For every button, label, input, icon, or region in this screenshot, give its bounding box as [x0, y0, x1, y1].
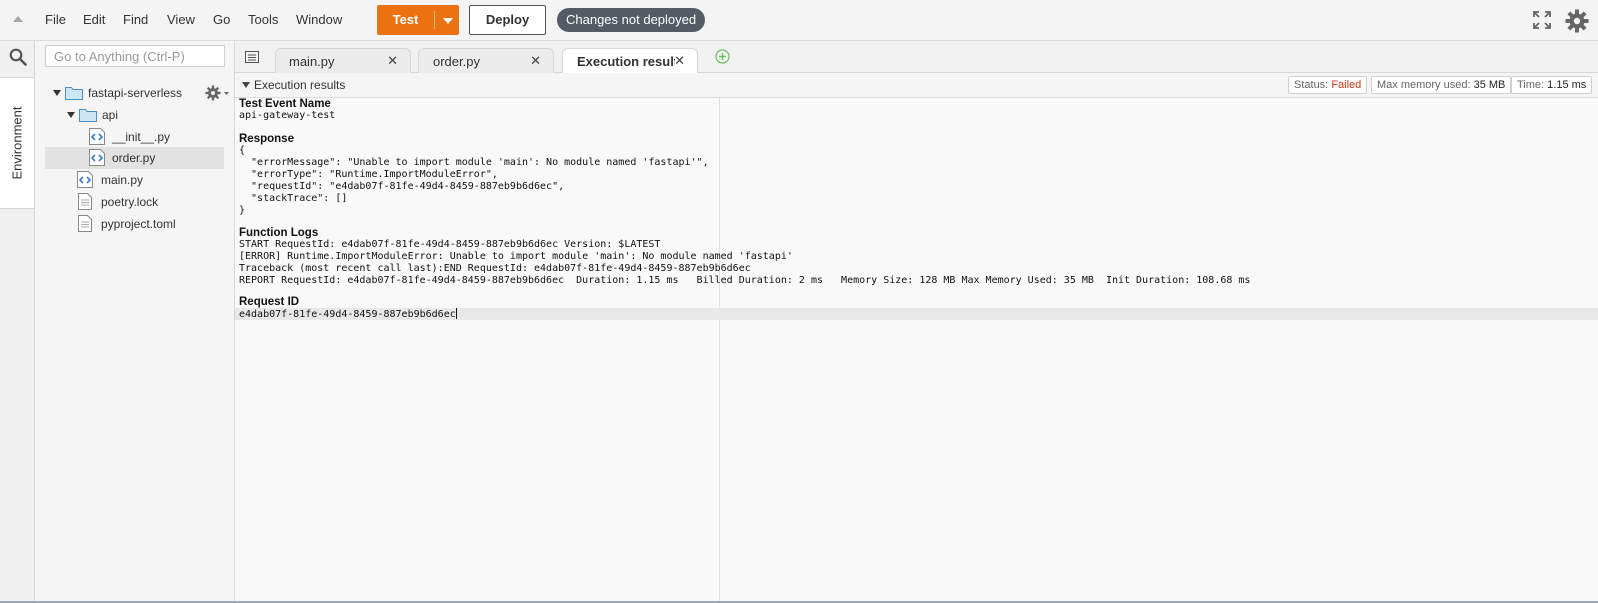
- tree-item-init-py[interactable]: __init__.py: [45, 126, 224, 148]
- status-value: Failed: [1331, 79, 1362, 91]
- function-logs-body: START RequestId: e4dab07f-81fe-49d4-8459…: [239, 239, 1251, 286]
- tab-order-py[interactable]: order.py ✕: [418, 48, 554, 73]
- deploy-status-badge: Changes not deployed: [557, 8, 706, 32]
- test-event-value: api-gateway-test: [239, 110, 336, 121]
- tree-item-api-folder[interactable]: api: [45, 104, 224, 126]
- test-button-group: Test: [377, 5, 459, 35]
- time-label: Time:: [1517, 79, 1545, 91]
- test-button[interactable]: Test: [377, 5, 434, 35]
- tabs-list-icon[interactable]: [245, 51, 259, 63]
- menu-find[interactable]: Find: [123, 12, 148, 27]
- tree-item-root-folder[interactable]: fastapi-serverless: [45, 82, 229, 104]
- tree-item-label: api: [102, 108, 119, 122]
- menu-go[interactable]: Go: [213, 12, 230, 27]
- response-title: Response: [239, 133, 294, 145]
- close-icon[interactable]: ✕: [530, 54, 541, 68]
- menu-view[interactable]: View: [167, 12, 195, 27]
- tree-item-label: order.py: [112, 151, 156, 165]
- status-pill: Status: Failed: [1288, 76, 1368, 94]
- menu-file[interactable]: File: [45, 12, 66, 27]
- left-rail: Environment: [0, 41, 35, 601]
- status-label: Status:: [1294, 79, 1329, 91]
- close-icon[interactable]: ✕: [387, 54, 398, 68]
- text-cursor: [455, 308, 457, 319]
- folder-icon: [65, 87, 83, 100]
- test-dropdown-icon[interactable]: [443, 18, 453, 24]
- time-pill: Time: 1.15 ms: [1511, 76, 1593, 94]
- tree-item-label: fastapi-serverless: [88, 86, 183, 100]
- file-tree-panel: fastapi-serverless api __: [35, 41, 235, 601]
- request-id-title: Request ID: [239, 296, 300, 308]
- tree-item-order-py[interactable]: order.py: [45, 147, 224, 169]
- editor-tab-bar: main.py ✕ order.py ✕ Execution results ✕: [235, 41, 1598, 74]
- time-value: 1.15 ms: [1547, 79, 1587, 91]
- tab-label: order.py: [433, 54, 480, 69]
- test-button-divider: [434, 11, 435, 29]
- tree-item-poetry-lock[interactable]: poetry.lock: [45, 191, 224, 213]
- max-memory-value: 35 MB: [1473, 79, 1506, 91]
- search-icon[interactable]: [9, 48, 27, 66]
- expand-arrow-icon[interactable]: [53, 90, 61, 96]
- text-file-icon: [78, 215, 92, 232]
- folder-icon: [79, 109, 97, 122]
- max-memory-pill: Max memory used: 35 MB: [1371, 76, 1512, 94]
- request-id-value: e4dab07f-81fe-49d4-8459-887eb9b6d6ec: [239, 309, 456, 320]
- menu-window[interactable]: Window: [296, 12, 342, 27]
- response-body: { "errorMessage": "Unable to import modu…: [239, 145, 709, 216]
- execution-results-title: Execution results: [254, 78, 346, 92]
- tree-item-label: __init__.py: [112, 130, 171, 144]
- text-file-icon: [78, 193, 92, 210]
- tree-item-label: main.py: [101, 173, 144, 187]
- collapse-arrow-icon[interactable]: [242, 82, 250, 88]
- tree-item-label: pyproject.toml: [101, 217, 176, 231]
- execution-results-body: Test Event Name api-gateway-test Respons…: [235, 98, 1598, 601]
- tab-main-py[interactable]: main.py ✕: [275, 48, 411, 73]
- print-margin-line: [719, 98, 720, 601]
- tab-label: Execution results: [577, 54, 675, 69]
- tab-execution-results[interactable]: Execution results ✕: [562, 48, 698, 74]
- request-id-line[interactable]: e4dab07f-81fe-49d4-8459-887eb9b6d6ec: [239, 308, 457, 321]
- tree-settings-icon[interactable]: [205, 85, 231, 101]
- go-to-anything-input[interactable]: [45, 45, 225, 67]
- test-event-title: Test Event Name: [239, 98, 331, 110]
- python-file-icon: [89, 128, 105, 145]
- execution-results-header: Execution results Status: Failed Max mem…: [235, 73, 1598, 98]
- environment-tab-label: Environment: [9, 106, 25, 180]
- expand-arrow-icon[interactable]: [67, 112, 75, 118]
- tab-label: main.py: [289, 54, 335, 69]
- deploy-button[interactable]: Deploy: [469, 5, 546, 35]
- close-icon[interactable]: ✕: [674, 54, 685, 68]
- tree-item-main-py[interactable]: main.py: [45, 169, 224, 191]
- menu-edit[interactable]: Edit: [83, 12, 105, 27]
- function-logs-title: Function Logs: [239, 227, 319, 239]
- tree-item-pyproject-toml[interactable]: pyproject.toml: [45, 213, 224, 235]
- tree-item-label: poetry.lock: [101, 195, 159, 209]
- fullscreen-icon[interactable]: [1533, 11, 1551, 29]
- collapse-icon[interactable]: [13, 16, 23, 22]
- menu-tools[interactable]: Tools: [248, 12, 278, 27]
- add-tab-icon[interactable]: [715, 49, 730, 64]
- max-memory-label: Max memory used:: [1377, 79, 1471, 91]
- environment-tab[interactable]: Environment: [0, 77, 34, 209]
- python-file-icon: [89, 149, 105, 166]
- settings-icon[interactable]: [1565, 9, 1589, 33]
- python-file-icon: [77, 171, 93, 188]
- top-menu-bar: File Edit Find View Go Tools Window Test…: [0, 0, 1598, 41]
